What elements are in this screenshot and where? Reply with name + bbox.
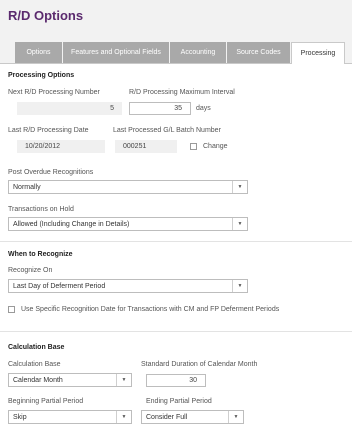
change-label: Change xyxy=(203,143,228,150)
chevron-down-icon[interactable]: ▼ xyxy=(116,411,131,423)
standard-duration-label: Standard Duration of Calendar Month xyxy=(141,361,258,368)
calculation-base-value: Calendar Month xyxy=(13,376,63,384)
tab-options[interactable]: Options xyxy=(15,42,62,63)
last-batch-number-value: 000251 xyxy=(115,140,177,153)
transactions-on-hold-select[interactable]: Allowed (Including Change in Details) ▼ xyxy=(8,217,248,231)
ending-partial-period-label: Ending Partial Period xyxy=(146,398,212,405)
chevron-down-icon[interactable]: ▼ xyxy=(232,181,247,193)
post-overdue-label: Post Overdue Recognitions xyxy=(8,169,94,176)
tab-features-optional-fields[interactable]: Features and Optional Fields xyxy=(63,42,169,63)
beginning-partial-period-value: Skip xyxy=(13,413,27,421)
processing-options-heading: Processing Options xyxy=(8,72,75,79)
tab-bar: Options Features and Optional Fields Acc… xyxy=(0,30,352,64)
chevron-down-icon[interactable]: ▼ xyxy=(232,280,247,292)
when-to-recognize-heading: When to Recognize xyxy=(8,251,73,258)
specific-recognition-date-label: Use Specific Recognition Date for Transa… xyxy=(21,306,280,313)
calculation-base-heading: Calculation Base xyxy=(8,344,65,351)
chevron-down-icon[interactable]: ▼ xyxy=(232,218,247,230)
days-label: days xyxy=(196,105,211,112)
calculation-base-label: Calculation Base xyxy=(8,361,61,368)
ending-partial-period-value: Consider Full xyxy=(146,413,188,421)
transactions-on-hold-value: Allowed (Including Change in Details) xyxy=(13,220,130,228)
last-processing-date-label: Last R/D Processing Date xyxy=(8,127,89,134)
chevron-down-icon[interactable]: ▼ xyxy=(116,374,131,386)
max-interval-input[interactable]: 35 xyxy=(129,102,191,115)
next-processing-number-value: 5 xyxy=(17,102,122,115)
chevron-down-icon[interactable]: ▼ xyxy=(228,411,243,423)
change-checkbox[interactable] xyxy=(190,143,197,150)
ending-partial-period-select[interactable]: Consider Full ▼ xyxy=(141,410,244,424)
last-processing-date-value: 10/20/2012 xyxy=(17,140,105,153)
post-overdue-value: Normally xyxy=(13,183,41,191)
divider xyxy=(0,241,352,242)
tab-processing[interactable]: Processing xyxy=(291,42,345,64)
title-bar: R/D Options xyxy=(0,0,352,30)
max-interval-label: R/D Processing Maximum Interval xyxy=(129,89,235,96)
post-overdue-select[interactable]: Normally ▼ xyxy=(8,180,248,194)
tab-accounting[interactable]: Accounting xyxy=(170,42,226,63)
standard-duration-input[interactable]: 30 xyxy=(146,374,206,387)
next-processing-number-label: Next R/D Processing Number xyxy=(8,89,100,96)
recognize-on-label: Recognize On xyxy=(8,267,53,274)
transactions-on-hold-label: Transactions on Hold xyxy=(8,206,74,213)
recognize-on-value: Last Day of Deferment Period xyxy=(13,282,106,290)
tab-source-codes[interactable]: Source Codes xyxy=(227,42,290,63)
calculation-base-select[interactable]: Calendar Month ▼ xyxy=(8,373,132,387)
page-title: R/D Options xyxy=(8,8,84,23)
last-batch-number-label: Last Processed G/L Batch Number xyxy=(113,127,221,134)
beginning-partial-period-label: Beginning Partial Period xyxy=(8,398,84,405)
divider xyxy=(0,331,352,332)
specific-recognition-date-checkbox[interactable] xyxy=(8,306,15,313)
beginning-partial-period-select[interactable]: Skip ▼ xyxy=(8,410,132,424)
recognize-on-select[interactable]: Last Day of Deferment Period ▼ xyxy=(8,279,248,293)
